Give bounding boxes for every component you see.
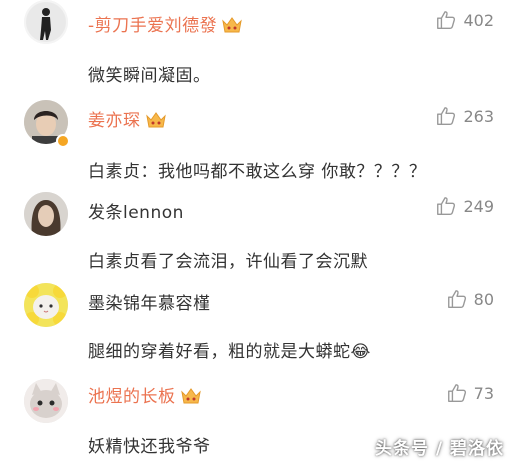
avatar[interactable] [24,192,68,236]
username[interactable]: 池煜的长板 [88,382,202,407]
username[interactable]: 发条lennon [88,198,184,223]
like-button[interactable]: 402 [435,9,494,31]
username[interactable]: -剪刀手爱刘德發 [88,11,243,36]
like-button[interactable]: 263 [435,105,494,127]
comment-item: 发条lennon 249 白素贞看了会流泪，许仙看了会沉默 [0,190,518,286]
thumbs-up-icon [437,11,456,29]
comment-item: 墨染锦年慕容槿 80 腿细的穿着好看，粗的就是大蟒蛇😂 [0,283,518,379]
avatar[interactable] [24,379,68,423]
username-text[interactable]: 发条lennon [88,203,184,223]
thumbs-up-icon [437,197,456,215]
username-text[interactable]: 池煜的长板 [88,387,176,407]
comment-text: 腿细的穿着好看，粗的就是大蟒蛇😂 [88,342,371,362]
username[interactable]: 姜亦琛 [88,106,167,131]
comment-text: 白素贞看了会流泪，许仙看了会沉默 [88,252,368,272]
username-text[interactable]: 墨染锦年慕容槿 [88,294,211,314]
username-text[interactable]: -剪刀手爱刘德發 [88,16,217,36]
username[interactable]: 墨染锦年慕容槿 [88,289,211,314]
vip-crown-icon [145,112,166,128]
verified-badge-icon [56,134,70,148]
comment-text: 白素贞：我他吗都不敢这么穿 你敢？？？？ [88,162,427,182]
like-button[interactable]: 249 [435,195,494,217]
comment-item: 姜亦琛 263 白素贞：我他吗都不敢这么穿 你敢？？？？ [0,96,518,192]
thumbs-up-icon [437,107,456,125]
like-count: 80 [473,289,494,309]
like-button[interactable]: 80 [446,288,494,310]
thumbs-up-icon [447,384,466,402]
comment-item: -剪刀手爱刘德發 402 微笑瞬间凝固。 [0,0,518,96]
like-count: 249 [463,196,494,216]
comment-text: 微笑瞬间凝固。 [88,66,211,86]
avatar[interactable] [24,283,68,327]
like-count: 73 [473,383,494,403]
like-count: 263 [463,106,494,126]
vip-crown-icon [222,17,242,33]
like-button[interactable]: 73 [446,382,494,404]
username-text[interactable]: 姜亦琛 [88,111,141,131]
watermark: 头条号 / 碧洛依 [374,439,504,459]
vip-crown-icon [180,388,201,404]
avatar[interactable] [24,0,68,44]
comment-text: 妖精快还我爷爷 [88,437,211,457]
thumbs-up-icon [447,290,466,308]
like-count: 402 [463,10,494,30]
